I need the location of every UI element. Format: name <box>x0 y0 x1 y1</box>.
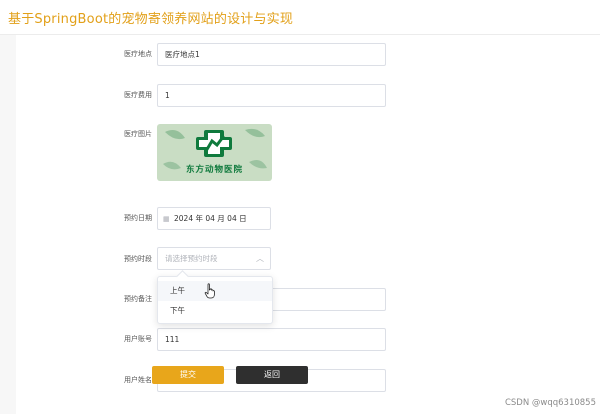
appt-slot-select[interactable]: 请选择预约时段 ︿ <box>157 247 271 270</box>
hand-cursor-icon <box>204 283 215 299</box>
image-label: 医疗图片 <box>124 130 152 138</box>
location-label: 医疗地点 <box>124 50 152 58</box>
fee-label: 医疗费用 <box>124 91 152 99</box>
app-title: 基于SpringBoot的宠物寄领养网站的设计与实现 <box>8 12 294 27</box>
logo-caption: 东方动物医院 <box>185 165 243 175</box>
username-label: 用户姓名 <box>124 376 152 384</box>
account-label: 用户账号 <box>124 335 152 343</box>
location-input[interactable]: 医疗地点1 <box>157 43 386 66</box>
header-bar: 基于SpringBoot的宠物寄领养网站的设计与实现 <box>0 0 600 35</box>
submit-button[interactable]: 提交 <box>152 366 224 384</box>
appt-date-label: 预约日期 <box>124 214 152 222</box>
appt-date-input[interactable]: ▦ 2024 年 04 月 04 日 <box>157 207 271 230</box>
appt-date-value: 2024 年 04 月 04 日 <box>174 214 247 223</box>
fee-input[interactable]: 1 <box>157 84 386 107</box>
remark-label: 预约备注 <box>124 295 152 303</box>
appt-slot-placeholder: 请选择预约时段 <box>165 254 218 263</box>
watermark: CSDN @wqq6310855 <box>504 398 596 408</box>
medical-image[interactable]: 东方动物医院 <box>157 124 272 181</box>
chevron-up-icon[interactable]: ︿ <box>256 248 264 269</box>
account-input[interactable]: 111 <box>157 328 386 351</box>
calendar-icon: ▦ <box>163 215 170 223</box>
back-button[interactable]: 返回 <box>236 366 308 384</box>
appt-slot-label: 预约时段 <box>124 255 152 263</box>
dropdown-option-afternoon[interactable]: 下午 <box>158 301 272 321</box>
